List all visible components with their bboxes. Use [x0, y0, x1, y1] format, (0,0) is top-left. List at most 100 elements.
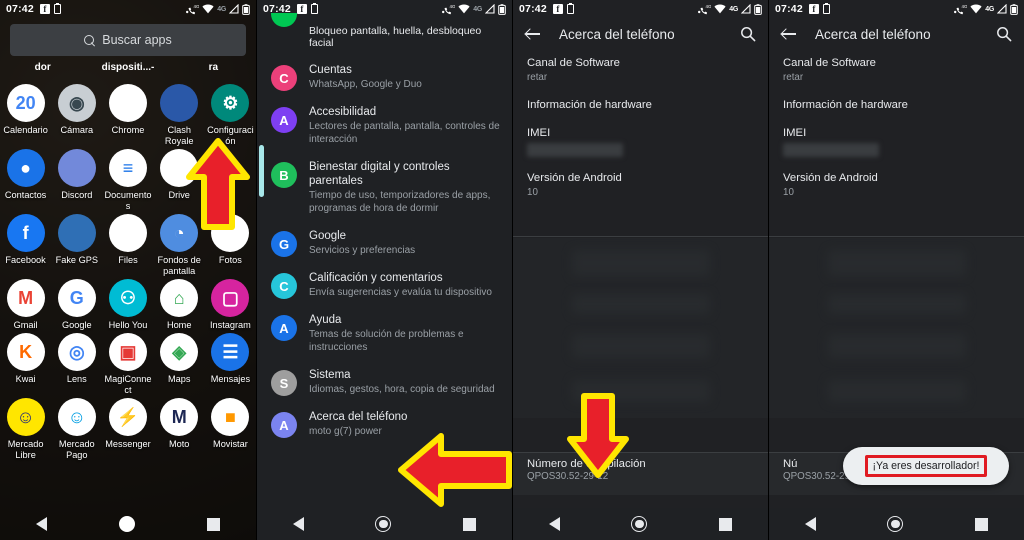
- settings-item-subtitle: Envía sugerencias y evalúa tu dispositiv…: [309, 287, 492, 298]
- search-icon[interactable]: [740, 26, 756, 42]
- 4g-text: 4G: [985, 5, 994, 13]
- instagram-icon: ▢: [211, 279, 250, 317]
- app-label: Discord: [61, 190, 93, 200]
- app-label: Contactos: [4, 190, 47, 200]
- settings-item-subtitle: Idiomas, gestos, hora, copia de segurida…: [309, 384, 495, 395]
- app-tile[interactable]: Chrome: [102, 84, 153, 147]
- app-tile[interactable]: 20 Calendario: [0, 84, 51, 147]
- app-tile[interactable]: ⚡ Messenger: [102, 398, 153, 461]
- settings-item[interactable]: A Ayuda Temas de solución de problemas e i…: [257, 306, 512, 361]
- about-row[interactable]: Canal de Software retar: [513, 50, 768, 92]
- build-number-row[interactable]: Número de compilación QPOS30.52-29-12: [513, 453, 768, 495]
- app-tile[interactable]: ▣ MagiConnect: [102, 333, 153, 396]
- nav-home-icon[interactable]: [631, 516, 648, 532]
- status-clock: 07:42: [6, 3, 34, 15]
- blurred-block: [827, 250, 966, 276]
- status-right-icons: 4G 4G: [442, 4, 506, 15]
- nav-recents-icon[interactable]: [719, 517, 733, 531]
- blurred-block: [571, 294, 710, 314]
- back-arrow-icon[interactable]: [525, 26, 541, 42]
- app-tile[interactable]: ◉ Cámara: [51, 84, 102, 147]
- app-tile[interactable]: ☺ Mercado Pago: [51, 398, 102, 461]
- fake-gps-icon: [57, 214, 96, 252]
- nav-back-icon[interactable]: [804, 517, 816, 531]
- nav-home-icon[interactable]: [119, 516, 135, 532]
- app-tile[interactable]: ● Contactos: [0, 149, 51, 212]
- search-icon[interactable]: [996, 26, 1012, 42]
- settings-items: C Cuentas WhatsApp, Google y Duo A Accesibil…: [257, 56, 512, 445]
- status-bar: 07:42 f 4G 4G: [769, 0, 1024, 18]
- app-tile[interactable]: K Kwai: [0, 333, 51, 396]
- app-tile[interactable]: ■ Movistar: [205, 398, 256, 461]
- app-row: K Kwai ◎ Lens ▣ MagiConnect ◈ Maps ☰ Mensajes: [0, 333, 256, 396]
- nav-recents-icon[interactable]: [207, 517, 220, 531]
- settings-item-partial-security[interactable]: Bloqueo pantalla, huella, desbloqueo fac…: [257, 13, 512, 56]
- app-tile[interactable]: ◎ Lens: [51, 333, 102, 396]
- app-tile[interactable]: ☰ Mensajes: [205, 333, 256, 396]
- settings-item[interactable]: C Calificación y comentarios Envía sugeren…: [257, 264, 512, 306]
- kwai-icon: K: [6, 333, 45, 371]
- search-apps-bar[interactable]: Buscar apps: [10, 24, 246, 56]
- gmail-icon: M: [6, 279, 45, 317]
- app-tile[interactable]: ⌂ Home: [154, 279, 205, 331]
- navigation-bar: [257, 508, 512, 540]
- build-number-label: Número de compilación: [527, 458, 646, 470]
- app-tile[interactable]: M Gmail: [0, 279, 51, 331]
- scrollbar-thumb[interactable]: [259, 145, 264, 197]
- app-tile[interactable]: Files: [102, 214, 153, 277]
- app-tile[interactable]: M Moto: [154, 398, 205, 461]
- about-row-label: Información de hardware: [527, 99, 652, 111]
- about-row[interactable]: IMEI: [513, 120, 768, 165]
- app-tile[interactable]: f Facebook: [0, 214, 51, 277]
- app-label: Google: [61, 320, 92, 330]
- screenshot-strip: 07:42 f 4G 4G Buscar apps dor dispositi.…: [0, 0, 1024, 540]
- settings-item[interactable]: B Bienestar digital y controles parentale…: [257, 153, 512, 222]
- up-arrow-annotation: [186, 138, 250, 230]
- nav-back-icon[interactable]: [548, 517, 560, 531]
- messages-icon: ☰: [211, 333, 250, 371]
- nav-home-icon[interactable]: [887, 516, 904, 532]
- signal-icon: [484, 3, 495, 14]
- about-row[interactable]: Versión de Android 10: [769, 165, 1024, 207]
- app-row: M Gmail G Google ⚇ Hello You ⌂ Home ▢ Instagram: [0, 279, 256, 331]
- about-row-label: IMEI: [527, 127, 551, 139]
- app-tile[interactable]: ◈ Maps: [154, 333, 205, 396]
- settings-item[interactable]: A Accesibilidad Lectores de pantalla, pant…: [257, 98, 512, 153]
- about-appbar: Acerca del teléfono: [513, 18, 768, 50]
- status-clock: 07:42: [263, 3, 291, 15]
- navigation-bar: [513, 508, 768, 540]
- facebook-icon: f: [6, 214, 45, 252]
- settings-item[interactable]: S Sistema Idiomas, gestos, hora, copia de …: [257, 361, 512, 403]
- app-tile[interactable]: G Google: [51, 279, 102, 331]
- app-tile[interactable]: Discord: [51, 149, 102, 212]
- app-label: Documentos: [104, 190, 152, 211]
- app-tile[interactable]: ▢ Instagram: [205, 279, 256, 331]
- app-label: Cámara: [60, 125, 94, 135]
- 4g-text: 4G: [217, 5, 226, 13]
- nav-recents-icon[interactable]: [463, 517, 477, 531]
- app-tile[interactable]: ⚇ Hello You: [102, 279, 153, 331]
- settings-item[interactable]: G Google Servicios y preferencias: [257, 222, 512, 264]
- about-row[interactable]: Versión de Android 10: [513, 165, 768, 207]
- about-row[interactable]: Información de hardware: [769, 92, 1024, 120]
- app-tile[interactable]: ☺ Mercado Libre: [0, 398, 51, 461]
- back-arrow-icon[interactable]: [781, 26, 797, 42]
- app-tile[interactable]: Fake GPS: [51, 214, 102, 277]
- settings-item[interactable]: C Cuentas WhatsApp, Google y Duo: [257, 56, 512, 98]
- about-row[interactable]: IMEI: [769, 120, 1024, 165]
- about-phone-icon: A: [271, 412, 297, 438]
- nav-home-icon[interactable]: [375, 516, 392, 532]
- svg-text:4G: 4G: [194, 4, 200, 9]
- nav-recents-icon[interactable]: [975, 517, 989, 531]
- svg-text:4G: 4G: [450, 4, 456, 9]
- cut-off-app-labels: dor dispositi...- ra: [0, 62, 256, 78]
- app-tile[interactable]: ≡ Documentos: [102, 149, 153, 212]
- signal-icon: [228, 3, 239, 14]
- 4g-text: 4G: [729, 5, 738, 13]
- settings-item-title: Accesibilidad: [309, 106, 377, 118]
- nav-back-icon[interactable]: [292, 517, 304, 531]
- about-row[interactable]: Información de hardware: [513, 92, 768, 120]
- about-row[interactable]: Canal de Software retar: [769, 50, 1024, 92]
- redacted-value: [783, 143, 879, 157]
- nav-back-icon[interactable]: [36, 517, 47, 531]
